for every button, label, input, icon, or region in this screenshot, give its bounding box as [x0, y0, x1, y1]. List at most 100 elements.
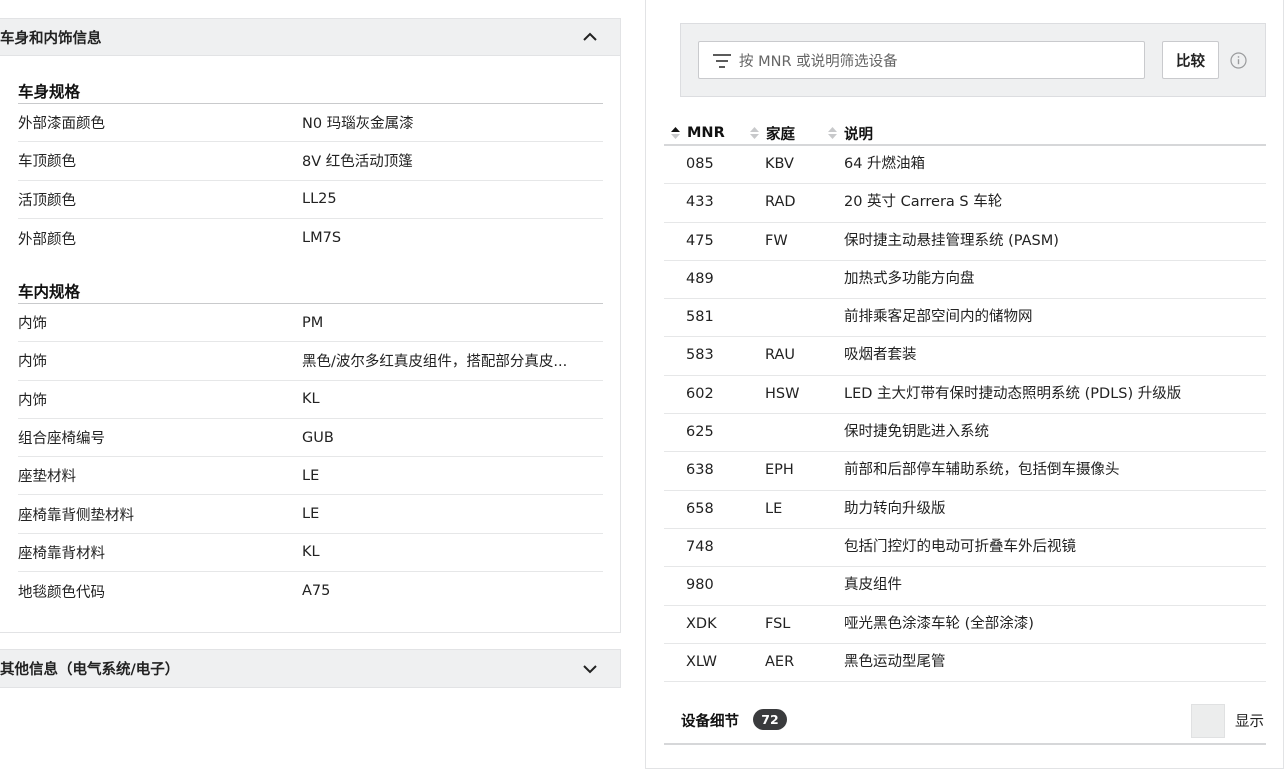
cell-mnr: 658: [686, 500, 714, 517]
spec-label: 内饰: [18, 316, 47, 333]
table-row[interactable]: 433 RAD 20 英寸 Carrera S 车轮: [664, 184, 1266, 223]
table-row[interactable]: 980 真皮组件: [664, 567, 1266, 606]
spec-label: 座垫材料: [18, 469, 76, 486]
cell-mnr: 581: [686, 309, 714, 326]
cell-family: RAD: [765, 194, 796, 211]
spec-row: 座椅靠背材料 KL: [18, 534, 603, 573]
spec-value: N0 玛瑙灰金属漆: [302, 116, 414, 133]
show-details-toggle[interactable]: [1191, 704, 1225, 738]
table-row[interactable]: 583 RAU 吸烟者套装: [664, 337, 1266, 376]
spec-label: 座椅靠背材料: [18, 545, 105, 562]
compare-button[interactable]: 比较: [1162, 41, 1219, 79]
column-header-family[interactable]: 家庭: [749, 122, 795, 144]
table-row[interactable]: 602 HSW LED 主大灯带有保时捷动态照明系统 (PDLS) 升级版: [664, 376, 1266, 415]
cell-family: RAU: [765, 347, 796, 364]
spec-row: 内饰 黑色/波尔多红真皮组件，搭配部分真皮...: [18, 342, 603, 381]
cell-family: HSW: [765, 385, 800, 402]
cell-description: LED 主大灯带有保时捷动态照明系统 (PDLS) 升级版: [844, 385, 1182, 402]
spec-label: 活顶颜色: [18, 192, 76, 209]
body-interior-header[interactable]: 车身和内饰信息: [0, 19, 620, 56]
table-row[interactable]: 748 包括门控灯的电动可折叠车外后视镜: [664, 529, 1266, 568]
spec-value: LE: [302, 506, 320, 523]
cell-family: FSL: [765, 615, 791, 632]
sort-asc-icon: [671, 127, 680, 139]
spec-row: 地毯颜色代码 A75: [18, 572, 603, 610]
table-row[interactable]: XDK FSL 哑光黑色涂漆车轮 (全部涂漆): [664, 606, 1266, 644]
spec-row: 外部漆面颜色 N0 玛瑙灰金属漆: [18, 104, 603, 143]
spec-label: 地毯颜色代码: [18, 584, 105, 601]
spec-value: KL: [302, 544, 320, 561]
cell-mnr: 583: [686, 347, 714, 364]
filter-input[interactable]: 按 MNR 或说明筛选设备: [698, 41, 1145, 79]
spec-row: 组合座椅编号 GUB: [18, 419, 603, 458]
equipment-details-footer: 设备细节 72 显示: [664, 700, 1266, 745]
cell-description: 前排乘客足部空间内的储物网: [844, 309, 1033, 326]
chevron-down-icon[interactable]: [582, 662, 598, 676]
spec-row: 内饰 KL: [18, 381, 603, 419]
table-row[interactable]: 625 保时捷免钥匙进入系统: [664, 414, 1266, 453]
interior-specs-table: 内饰 PM 内饰 黑色/波尔多红真皮组件，搭配部分真皮... 内饰 KL 组合座…: [18, 303, 603, 610]
cell-family: FW: [765, 232, 788, 249]
sort-icon: [750, 127, 759, 139]
equipment-count-badge: 72: [753, 709, 787, 730]
column-header-description[interactable]: 说明: [827, 122, 873, 144]
body-specs-title: 车身规格: [18, 83, 81, 101]
table-row[interactable]: XLW AER 黑色运动型尾管: [664, 644, 1266, 683]
spec-value: KL: [302, 391, 320, 408]
cell-description: 真皮组件: [844, 577, 902, 594]
spec-label: 组合座椅编号: [18, 431, 105, 448]
body-specs-table: 外部漆面颜色 N0 玛瑙灰金属漆 车顶颜色 8V 红色活动顶篷 活顶颜色 LL2…: [18, 103, 603, 257]
table-row[interactable]: 581 前排乘客足部空间内的储物网: [664, 299, 1266, 338]
spec-value: LE: [302, 467, 320, 484]
spec-label: 内饰: [18, 392, 47, 409]
spec-value: LL25: [302, 191, 337, 208]
column-label-mnr: MNR: [687, 125, 725, 141]
cell-description: 20 英寸 Carrera S 车轮: [844, 194, 1003, 211]
left-panel: 车身和内饰信息 车身规格 外部漆面颜色 N0 玛瑙灰金属漆 车顶颜色 8V 红色…: [0, 0, 621, 777]
cell-description: 包括门控灯的电动可折叠车外后视镜: [844, 538, 1076, 555]
table-row[interactable]: 475 FW 保时捷主动悬挂管理系统 (PASM): [664, 223, 1266, 261]
cell-description: 助力转向升级版: [844, 500, 946, 517]
spec-label: 座椅靠背侧垫材料: [18, 507, 134, 524]
body-interior-title: 车身和内饰信息: [0, 30, 102, 47]
spec-value: 黑色/波尔多红真皮组件，搭配部分真皮...: [302, 354, 568, 371]
column-label-description: 说明: [844, 126, 873, 143]
spec-row: 活顶颜色 LL25: [18, 181, 603, 219]
cell-family: EPH: [765, 462, 794, 479]
table-row[interactable]: 489 加热式多功能方向盘: [664, 261, 1266, 300]
filter-bar: 按 MNR 或说明筛选设备 比较: [680, 23, 1266, 97]
chevron-up-icon[interactable]: [582, 30, 598, 44]
info-icon[interactable]: [1230, 52, 1247, 69]
spec-value: 8V 红色活动顶篷: [302, 154, 413, 171]
cell-mnr: 602: [686, 385, 714, 402]
cell-description: 前部和后部停车辅助系统，包括倒车摄像头: [844, 462, 1120, 479]
spec-row: 外部颜色 LM7S: [18, 219, 603, 257]
cell-family: KBV: [765, 156, 794, 172]
cell-mnr: 085: [686, 156, 714, 172]
spec-value: PM: [302, 314, 324, 331]
spec-label: 车顶颜色: [18, 154, 76, 171]
column-header-mnr[interactable]: MNR: [670, 122, 725, 144]
cell-description: 保时捷主动悬挂管理系统 (PASM): [844, 232, 1059, 249]
cell-mnr: XLW: [686, 653, 718, 670]
table-row[interactable]: 658 LE 助力转向升级版: [664, 491, 1266, 529]
cell-mnr: 638: [686, 462, 714, 479]
spec-value: A75: [302, 583, 331, 600]
equipment-details-title: 设备细节: [681, 714, 739, 730]
equipment-panel: 按 MNR 或说明筛选设备 比较 MNR 家庭 说明 085 KBV 64 升燃油箱…: [645, 0, 1284, 769]
body-interior-section: 车身和内饰信息 车身规格 外部漆面颜色 N0 玛瑙灰金属漆 车顶颜色 8V 红色…: [0, 18, 621, 633]
sort-icon: [828, 127, 837, 139]
cell-description: 吸烟者套装: [844, 347, 917, 364]
cell-family: AER: [765, 653, 795, 670]
spec-label: 内饰: [18, 354, 47, 371]
table-row[interactable]: 638 EPH 前部和后部停车辅助系统，包括倒车摄像头: [664, 452, 1266, 491]
cell-mnr: 748: [686, 538, 714, 555]
cell-description: 黑色运动型尾管: [844, 653, 946, 670]
show-label: 显示: [1235, 714, 1264, 730]
table-row[interactable]: 085 KBV 64 升燃油箱: [664, 146, 1266, 185]
cell-description: 保时捷免钥匙进入系统: [844, 424, 989, 441]
spec-row: 座垫材料 LE: [18, 457, 603, 496]
other-info-header[interactable]: 其他信息（电气系统/电子）: [0, 649, 621, 688]
cell-mnr: 980: [686, 577, 714, 594]
equipment-table-header: MNR 家庭 说明: [664, 122, 1266, 146]
